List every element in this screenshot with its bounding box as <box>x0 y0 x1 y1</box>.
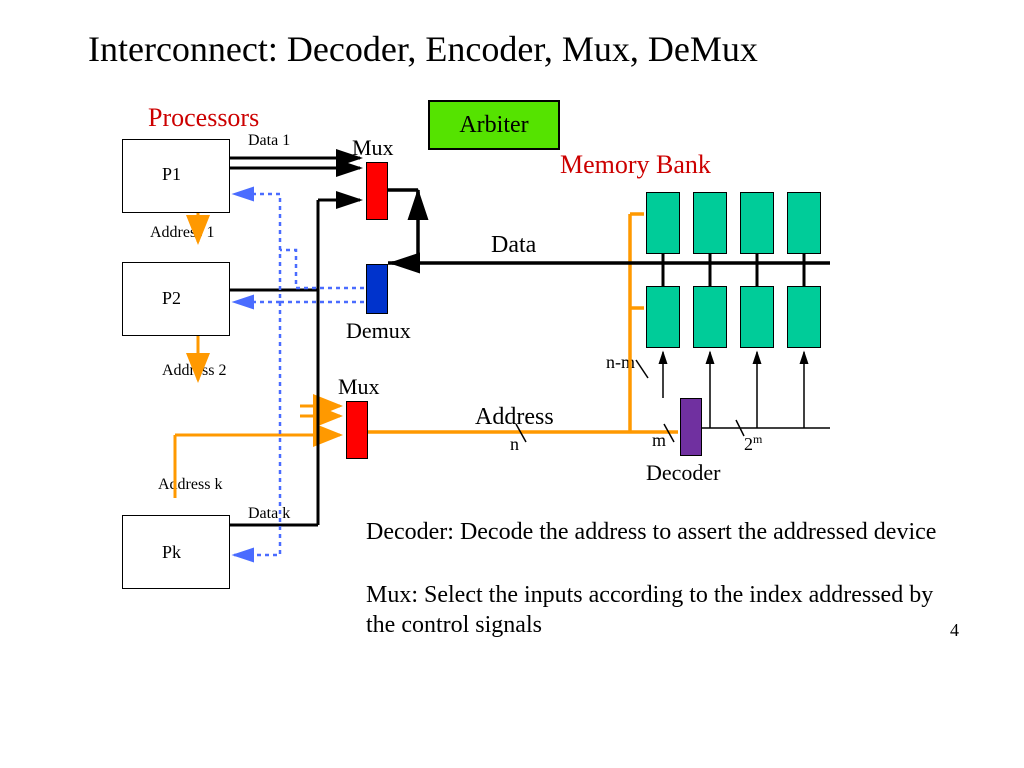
diagram-stage: Interconnect: Decoder, Encoder, Mux, DeM… <box>0 0 1024 768</box>
wiring-layer <box>0 0 1024 768</box>
